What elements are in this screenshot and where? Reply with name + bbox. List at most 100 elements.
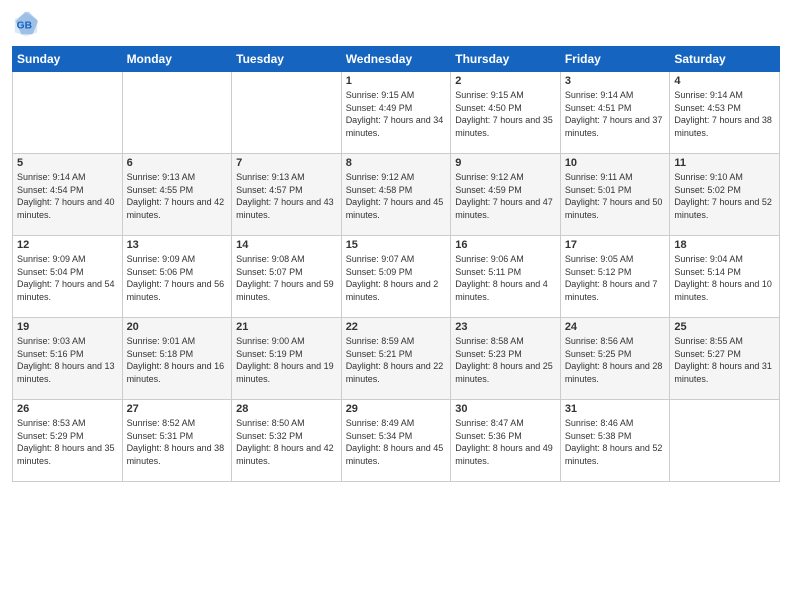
weekday-header-monday: Monday bbox=[122, 47, 232, 72]
day-number: 21 bbox=[236, 321, 337, 333]
day-info: Sunrise: 9:08 AM Sunset: 5:07 PM Dayligh… bbox=[236, 253, 337, 303]
day-number: 9 bbox=[455, 157, 556, 169]
day-info: Sunrise: 9:14 AM Sunset: 4:53 PM Dayligh… bbox=[674, 89, 775, 139]
day-number: 31 bbox=[565, 403, 666, 415]
day-number: 8 bbox=[346, 157, 447, 169]
day-info: Sunrise: 9:14 AM Sunset: 4:51 PM Dayligh… bbox=[565, 89, 666, 139]
day-info: Sunrise: 9:05 AM Sunset: 5:12 PM Dayligh… bbox=[565, 253, 666, 303]
day-number: 4 bbox=[674, 75, 775, 87]
day-info: Sunrise: 9:01 AM Sunset: 5:18 PM Dayligh… bbox=[127, 335, 228, 385]
day-info: Sunrise: 8:56 AM Sunset: 5:25 PM Dayligh… bbox=[565, 335, 666, 385]
weekday-header-friday: Friday bbox=[560, 47, 670, 72]
day-cell: 8 Sunrise: 9:12 AM Sunset: 4:58 PM Daylig… bbox=[341, 154, 451, 236]
day-cell: 30Sunrise: 8:47 AM Sunset: 5:36 PM Dayli… bbox=[451, 400, 561, 482]
day-number: 23 bbox=[455, 321, 556, 333]
day-cell bbox=[232, 72, 342, 154]
svg-text:GB: GB bbox=[17, 21, 32, 32]
day-cell: 1 Sunrise: 9:15 AM Sunset: 4:49 PM Daylig… bbox=[341, 72, 451, 154]
day-number: 19 bbox=[17, 321, 118, 333]
day-info: Sunrise: 9:13 AM Sunset: 4:57 PM Dayligh… bbox=[236, 171, 337, 221]
day-info: Sunrise: 9:06 AM Sunset: 5:11 PM Dayligh… bbox=[455, 253, 556, 303]
day-number: 6 bbox=[127, 157, 228, 169]
day-info: Sunrise: 9:12 AM Sunset: 4:59 PM Dayligh… bbox=[455, 171, 556, 221]
day-info: Sunrise: 9:12 AM Sunset: 4:58 PM Dayligh… bbox=[346, 171, 447, 221]
weekday-header-saturday: Saturday bbox=[670, 47, 780, 72]
day-cell: 23 Sunrise: 8:58 AM Sunset: 5:23 PM Dayli… bbox=[451, 318, 561, 400]
weekday-header-tuesday: Tuesday bbox=[232, 47, 342, 72]
day-info: Sunrise: 8:50 AM Sunset: 5:32 PM Dayligh… bbox=[236, 417, 337, 467]
day-cell bbox=[122, 72, 232, 154]
day-cell: 18 Sunrise: 9:04 AM Sunset: 5:14 PM Dayli… bbox=[670, 236, 780, 318]
day-number: 7 bbox=[236, 157, 337, 169]
day-info: Sunrise: 9:09 AM Sunset: 5:06 PM Dayligh… bbox=[127, 253, 228, 303]
calendar-table: SundayMondayTuesdayWednesdayThursdayFrid… bbox=[12, 46, 780, 482]
day-cell bbox=[13, 72, 123, 154]
day-number: 10 bbox=[565, 157, 666, 169]
day-number: 26 bbox=[17, 403, 118, 415]
day-number: 25 bbox=[674, 321, 775, 333]
day-number: 1 bbox=[346, 75, 447, 87]
day-number: 18 bbox=[674, 239, 775, 251]
day-cell: 7 Sunrise: 9:13 AM Sunset: 4:57 PM Daylig… bbox=[232, 154, 342, 236]
day-number: 13 bbox=[127, 239, 228, 251]
day-info: Sunrise: 9:04 AM Sunset: 5:14 PM Dayligh… bbox=[674, 253, 775, 303]
day-cell: 3 Sunrise: 9:14 AM Sunset: 4:51 PM Daylig… bbox=[560, 72, 670, 154]
day-cell: 29 Sunrise: 8:49 AM Sunset: 5:34 PM Dayli… bbox=[341, 400, 451, 482]
day-cell: 9 Sunrise: 9:12 AM Sunset: 4:59 PM Daylig… bbox=[451, 154, 561, 236]
day-cell bbox=[670, 400, 780, 482]
day-cell: 20Sunrise: 9:01 AM Sunset: 5:18 PM Dayli… bbox=[122, 318, 232, 400]
day-info: Sunrise: 9:11 AM Sunset: 5:01 PM Dayligh… bbox=[565, 171, 666, 221]
day-info: Sunrise: 9:10 AM Sunset: 5:02 PM Dayligh… bbox=[674, 171, 775, 221]
weekday-header-row: SundayMondayTuesdayWednesdayThursdayFrid… bbox=[13, 47, 780, 72]
day-number: 30 bbox=[455, 403, 556, 415]
day-number: 29 bbox=[346, 403, 447, 415]
day-number: 3 bbox=[565, 75, 666, 87]
day-info: Sunrise: 9:14 AM Sunset: 4:54 PM Dayligh… bbox=[17, 171, 118, 221]
day-number: 22 bbox=[346, 321, 447, 333]
weekday-header-sunday: Sunday bbox=[13, 47, 123, 72]
header: GB bbox=[12, 10, 780, 38]
day-cell: 10 Sunrise: 9:11 AM Sunset: 5:01 PM Dayli… bbox=[560, 154, 670, 236]
week-row-4: 19 Sunrise: 9:03 AM Sunset: 5:16 PM Dayli… bbox=[13, 318, 780, 400]
day-info: Sunrise: 8:58 AM Sunset: 5:23 PM Dayligh… bbox=[455, 335, 556, 385]
day-info: Sunrise: 8:52 AM Sunset: 5:31 PM Dayligh… bbox=[127, 417, 228, 467]
logo-icon: GB bbox=[12, 10, 40, 38]
day-cell: 31Sunrise: 8:46 AM Sunset: 5:38 PM Dayli… bbox=[560, 400, 670, 482]
day-cell: 4 Sunrise: 9:14 AM Sunset: 4:53 PM Daylig… bbox=[670, 72, 780, 154]
day-cell: 27Sunrise: 8:52 AM Sunset: 5:31 PM Dayli… bbox=[122, 400, 232, 482]
day-cell: 16 Sunrise: 9:06 AM Sunset: 5:11 PM Dayli… bbox=[451, 236, 561, 318]
day-cell: 11Sunrise: 9:10 AM Sunset: 5:02 PM Dayli… bbox=[670, 154, 780, 236]
weekday-header-wednesday: Wednesday bbox=[341, 47, 451, 72]
page-container: GB SundayMondayTuesdayWednesdayThursdayF… bbox=[0, 0, 792, 612]
day-info: Sunrise: 8:49 AM Sunset: 5:34 PM Dayligh… bbox=[346, 417, 447, 467]
week-row-1: 1 Sunrise: 9:15 AM Sunset: 4:49 PM Daylig… bbox=[13, 72, 780, 154]
day-number: 17 bbox=[565, 239, 666, 251]
day-cell: 25Sunrise: 8:55 AM Sunset: 5:27 PM Dayli… bbox=[670, 318, 780, 400]
logo: GB bbox=[12, 10, 44, 38]
day-cell: 12 Sunrise: 9:09 AM Sunset: 5:04 PM Dayli… bbox=[13, 236, 123, 318]
day-number: 16 bbox=[455, 239, 556, 251]
day-info: Sunrise: 9:15 AM Sunset: 4:50 PM Dayligh… bbox=[455, 89, 556, 139]
day-cell: 26 Sunrise: 8:53 AM Sunset: 5:29 PM Dayli… bbox=[13, 400, 123, 482]
day-number: 15 bbox=[346, 239, 447, 251]
day-cell: 5 Sunrise: 9:14 AM Sunset: 4:54 PM Daylig… bbox=[13, 154, 123, 236]
day-info: Sunrise: 9:15 AM Sunset: 4:49 PM Dayligh… bbox=[346, 89, 447, 139]
day-number: 5 bbox=[17, 157, 118, 169]
day-info: Sunrise: 9:09 AM Sunset: 5:04 PM Dayligh… bbox=[17, 253, 118, 303]
day-info: Sunrise: 9:07 AM Sunset: 5:09 PM Dayligh… bbox=[346, 253, 447, 303]
day-info: Sunrise: 9:13 AM Sunset: 4:55 PM Dayligh… bbox=[127, 171, 228, 221]
day-number: 12 bbox=[17, 239, 118, 251]
week-row-2: 5 Sunrise: 9:14 AM Sunset: 4:54 PM Daylig… bbox=[13, 154, 780, 236]
day-cell: 2Sunrise: 9:15 AM Sunset: 4:50 PM Daylig… bbox=[451, 72, 561, 154]
day-cell: 22Sunrise: 8:59 AM Sunset: 5:21 PM Dayli… bbox=[341, 318, 451, 400]
week-row-3: 12 Sunrise: 9:09 AM Sunset: 5:04 PM Dayli… bbox=[13, 236, 780, 318]
day-cell: 17 Sunrise: 9:05 AM Sunset: 5:12 PM Dayli… bbox=[560, 236, 670, 318]
week-row-5: 26 Sunrise: 8:53 AM Sunset: 5:29 PM Dayli… bbox=[13, 400, 780, 482]
day-info: Sunrise: 9:03 AM Sunset: 5:16 PM Dayligh… bbox=[17, 335, 118, 385]
day-cell: 19 Sunrise: 9:03 AM Sunset: 5:16 PM Dayli… bbox=[13, 318, 123, 400]
day-info: Sunrise: 8:53 AM Sunset: 5:29 PM Dayligh… bbox=[17, 417, 118, 467]
day-number: 14 bbox=[236, 239, 337, 251]
day-cell: 21Sunrise: 9:00 AM Sunset: 5:19 PM Dayli… bbox=[232, 318, 342, 400]
day-cell: 15 Sunrise: 9:07 AM Sunset: 5:09 PM Dayli… bbox=[341, 236, 451, 318]
day-cell: 6 Sunrise: 9:13 AM Sunset: 4:55 PM Daylig… bbox=[122, 154, 232, 236]
